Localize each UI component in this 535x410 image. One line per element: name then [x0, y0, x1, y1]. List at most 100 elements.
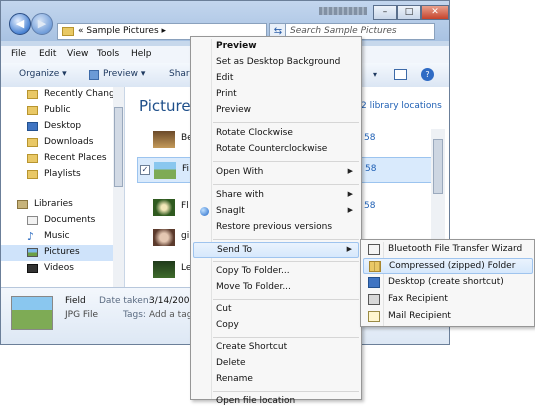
breadcrumb[interactable]: « Sample Pictures ▸: [78, 26, 166, 36]
menu-item-copy[interactable]: Copy: [193, 318, 359, 334]
folder-icon: [62, 27, 74, 36]
menu-item-label: Print: [216, 89, 237, 99]
menu-item-send-to[interactable]: Send To ▶: [193, 242, 359, 258]
nav-item-libraries[interactable]: Libraries: [1, 197, 123, 213]
menu-item-share-with[interactable]: Share with ▶: [193, 188, 359, 204]
nav-item-desktop[interactable]: Desktop: [1, 119, 123, 135]
menu-item-label: Rename: [216, 374, 253, 384]
menu-item-set-desktop-background[interactable]: Set as Desktop Background: [193, 55, 359, 71]
menu-separator: [213, 391, 359, 392]
menu-item-label: Copy To Folder...: [216, 266, 290, 276]
menu-item-move-to-folder[interactable]: Move To Folder...: [193, 280, 359, 296]
views-dropdown-icon[interactable]: ▾: [373, 70, 377, 79]
menu-item-label: Rotate Counterclockwise: [216, 144, 328, 154]
nav-scrollbar-thumb[interactable]: [114, 107, 123, 187]
menu-view[interactable]: View: [67, 49, 88, 59]
file-detail: 58: [364, 133, 376, 143]
menu-item-preview-default[interactable]: Preview: [193, 39, 359, 55]
organize-button[interactable]: Organize ▾: [19, 69, 67, 79]
menu-item-label: Create Shortcut: [216, 342, 288, 352]
menu-item-snagit[interactable]: SnagIt ▶: [193, 204, 359, 220]
menu-help[interactable]: Help: [131, 49, 152, 59]
menu-file[interactable]: File: [11, 49, 26, 59]
menu-tools[interactable]: Tools: [97, 49, 119, 59]
context-menu: Preview Set as Desktop Background Edit P…: [190, 36, 362, 406]
preview-button[interactable]: Preview ▾: [103, 69, 145, 79]
menu-item-open-with[interactable]: Open With ▶: [193, 165, 359, 181]
menu-item-create-shortcut[interactable]: Create Shortcut: [193, 340, 359, 356]
menu-item-label: Send To: [217, 245, 253, 255]
menu-item-edit[interactable]: Edit: [193, 71, 359, 87]
file-thumbnail: [153, 261, 175, 278]
nav-item-videos[interactable]: Videos: [1, 261, 123, 277]
menu-item-label: Edit: [216, 73, 234, 83]
tags-input[interactable]: Add a tag: [149, 310, 192, 320]
desktop-icon: [27, 122, 38, 131]
content-scrollbar-thumb[interactable]: [433, 139, 443, 194]
send-to-bluetooth[interactable]: Bluetooth File Transfer Wizard: [363, 242, 533, 258]
file-name: Fl: [181, 201, 189, 211]
nav-item-label: Recently Change: [44, 89, 121, 99]
nav-item-label: Downloads: [44, 137, 94, 147]
minimize-button[interactable]: –: [373, 5, 397, 20]
file-detail: 58: [364, 201, 376, 211]
breadcrumb-prefix: «: [78, 26, 84, 36]
nav-item-music[interactable]: ♪ Music: [1, 229, 123, 245]
menu-item-copy-to-folder[interactable]: Copy To Folder...: [193, 264, 359, 280]
file-name: gi: [181, 231, 190, 241]
menu-item-rename[interactable]: Rename: [193, 372, 359, 388]
menu-item-print[interactable]: Print: [193, 87, 359, 103]
menu-item-cut[interactable]: Cut: [193, 302, 359, 318]
share-button[interactable]: Shar: [169, 69, 190, 79]
nav-item-recently-changed[interactable]: Recently Change: [1, 87, 123, 103]
send-to-fax[interactable]: Fax Recipient: [363, 292, 533, 308]
nav-item-recent-places[interactable]: Recent Places: [1, 151, 123, 167]
back-button[interactable]: ◀: [9, 13, 31, 35]
menu-item-open-file-location[interactable]: Open file location: [193, 394, 359, 410]
nav-scrollbar[interactable]: [113, 87, 124, 287]
folder-icon: [27, 170, 38, 179]
maximize-button[interactable]: □: [397, 5, 421, 20]
send-to-mail[interactable]: Mail Recipient: [363, 309, 533, 325]
music-icon: ♪: [27, 230, 35, 243]
help-icon[interactable]: ?: [421, 68, 434, 81]
nav-item-documents[interactable]: Documents: [1, 213, 123, 229]
menu-item-label: SnagIt: [216, 206, 245, 216]
title-bar: – □ ✕ ◀ ▶ « Sample Pictures ▸ ⇆ Search S…: [1, 1, 449, 41]
folder-icon: [27, 154, 38, 163]
close-button[interactable]: ✕: [421, 5, 449, 20]
forward-button[interactable]: ▶: [31, 13, 53, 35]
send-to-compressed-folder[interactable]: Compressed (zipped) Folder: [363, 258, 533, 274]
menu-item-rotate-clockwise[interactable]: Rotate Clockwise: [193, 126, 359, 142]
breadcrumb-label[interactable]: Sample Pictures: [86, 26, 158, 36]
folder-icon: [27, 138, 38, 147]
menu-item-restore-previous-versions[interactable]: Restore previous versions: [193, 220, 359, 236]
tags-label: Tags:: [123, 310, 146, 320]
menu-item-rotate-counterclockwise[interactable]: Rotate Counterclockwise: [193, 142, 359, 158]
menu-item-preview[interactable]: Preview: [193, 103, 359, 119]
menu-item-label: Copy: [216, 320, 239, 330]
send-to-desktop[interactable]: Desktop (create shortcut): [363, 275, 533, 291]
date-taken-label: Date taken:: [99, 296, 152, 306]
menu-separator: [213, 184, 359, 185]
breadcrumb-arrow-icon[interactable]: ▸: [162, 26, 167, 36]
navigation-pane: Recently Change Public Desktop Downloads…: [1, 87, 125, 287]
library-locations-link[interactable]: 2 library locations: [361, 101, 442, 111]
folder-icon: [27, 90, 38, 99]
libraries-icon: [17, 200, 28, 209]
blurred-title: [319, 7, 367, 15]
file-name: Fi: [182, 164, 190, 174]
menu-item-label: Rotate Clockwise: [216, 128, 293, 138]
select-checkbox[interactable]: ✓: [140, 165, 150, 175]
menu-item-delete[interactable]: Delete: [193, 356, 359, 372]
nav-item-public[interactable]: Public: [1, 103, 123, 119]
nav-item-downloads[interactable]: Downloads: [1, 135, 123, 151]
nav-item-playlists[interactable]: Playlists: [1, 167, 123, 183]
menu-item-label: Delete: [216, 358, 246, 368]
nav-item-pictures[interactable]: Pictures: [1, 245, 123, 261]
submenu-item-label: Compressed (zipped) Folder: [389, 261, 516, 271]
submenu-arrow-icon: ▶: [347, 206, 353, 214]
selected-file-thumbnail: [11, 296, 53, 330]
menu-edit[interactable]: Edit: [39, 49, 56, 59]
preview-pane-icon[interactable]: [394, 69, 407, 80]
